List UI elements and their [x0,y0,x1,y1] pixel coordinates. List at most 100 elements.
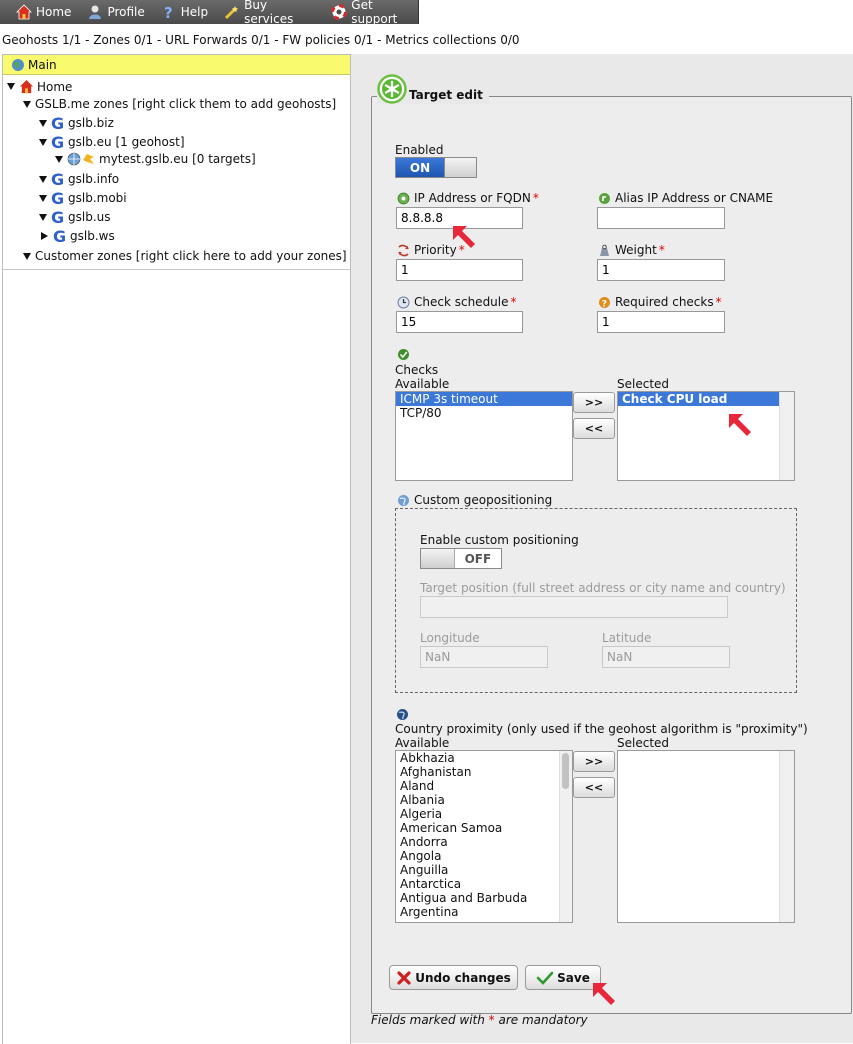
expand-arrow-icon[interactable] [39,213,47,221]
tree-node-home[interactable]: Home [7,79,72,94]
house-icon [19,79,34,94]
scrollbar[interactable] [779,751,794,922]
mandatory-fields-note: Fields marked with * are mandatory [371,1013,588,1027]
list-option[interactable]: American Samoa [396,821,572,835]
svg-text:G: G [51,209,64,225]
remove-country-button[interactable]: << [573,777,615,798]
custom-positioning-toggle[interactable]: OFF [420,548,502,569]
required-checks-label: ? Required checks * [598,295,722,309]
tree-node-zone-info[interactable]: G gslb.info [39,171,119,187]
list-option[interactable]: Andorra [396,835,572,849]
list-option[interactable]: Angola [396,849,572,863]
checks-selected-list[interactable]: Check CPU load [617,391,795,481]
world-icon [397,709,408,720]
tree-node-zone-eu[interactable]: G gslb.eu [1 geohost] [39,134,185,150]
add-country-button[interactable]: >> [573,751,615,772]
gslb-zone-icon: G [51,171,64,187]
expand-arrow-icon[interactable] [39,138,47,146]
clock-icon [397,296,410,308]
required-checks-label-text: Required checks [615,295,714,309]
tree-node-geohost[interactable]: mytest.gslb.eu [0 targets] [55,152,256,166]
scrollbar[interactable] [779,392,794,480]
scrollbar[interactable] [559,751,572,922]
weight-icon [600,244,609,256]
ip-address-label-text: IP Address or FQDN [414,191,531,205]
custom-geo-label: Custom geopositioning [397,493,552,507]
star-icon [81,152,96,166]
footnote-prefix: Fields marked with [371,1013,489,1027]
expand-arrow-icon[interactable] [39,175,47,183]
target-position-label: Target position (full street address or … [420,581,786,595]
svg-text:G: G [53,228,66,244]
enabled-toggle[interactable]: ON [395,157,477,178]
list-option[interactable]: Antarctica [396,877,572,891]
weight-label: Weight * [598,243,665,257]
gslb-zone-icon: G [51,115,64,131]
checks-available-list[interactable]: ICMP 3s timeout TCP/80 [395,391,573,481]
tree-node-zone-label: gslb.us [68,210,111,224]
list-option[interactable]: ICMP 3s timeout [396,392,572,406]
menu-profile-label: Profile [107,5,145,19]
tree-node-zone-label: gslb.eu [1 geohost] [68,135,185,149]
list-option[interactable]: Aland [396,779,572,793]
svg-text:G: G [51,134,64,150]
countries-available-list[interactable]: Abkhazia Afghanistan Aland Albania Algeria Am… [395,750,573,923]
tree-node-customer-zones[interactable]: Customer zones [right click here to add … [23,249,347,263]
tree-node-customer-zones-label: Customer zones [right click here to add … [35,249,347,263]
list-option[interactable]: Abkhazia [396,751,572,765]
menu-help[interactable]: ? Help [161,4,208,20]
menu-profile[interactable]: Profile [87,4,145,20]
list-option[interactable]: Argentina [396,905,572,919]
priority-input[interactable] [396,259,523,281]
tree-node-zone-us[interactable]: G gslb.us [39,209,111,225]
globe-icon [11,58,25,72]
house-icon [16,4,32,20]
expand-arrow-icon[interactable] [7,83,15,90]
list-option[interactable]: Algeria [396,807,572,821]
expand-arrow-icon[interactable] [55,155,63,163]
expand-arrow-icon[interactable] [39,194,47,202]
tree-node-zone-ws[interactable]: G gslb.ws [41,228,115,244]
list-option[interactable]: Antigua and Barbuda [396,891,572,905]
enabled-toggle-state: ON [396,158,444,177]
list-option[interactable]: Check CPU load [618,392,794,406]
check-schedule-label-text: Check schedule [414,295,509,309]
tree-node-zone-biz[interactable]: G gslb.biz [39,115,114,131]
list-option[interactable]: Anguilla [396,863,572,877]
target-position-input[interactable] [420,596,728,618]
latitude-input[interactable] [602,646,730,668]
list-option[interactable]: Albania [396,793,572,807]
scrollbar-thumb[interactable] [562,753,569,789]
custom-geo-label-text: Custom geopositioning [414,493,553,507]
tree-node-zone-mobi[interactable]: G gslb.mobi [39,190,127,206]
expand-arrow-icon[interactable] [23,100,31,108]
expand-arrow-icon[interactable] [23,252,31,260]
remove-check-button[interactable]: << [573,418,615,439]
expand-arrow-icon[interactable] [39,119,47,127]
menu-get-support[interactable]: Get support [331,0,418,26]
menu-home[interactable]: Home [16,4,71,20]
alias-input[interactable] [597,207,725,229]
tree-node-gslb-zones[interactable]: GSLB.me zones [right click them to add g… [23,97,336,111]
weight-input[interactable] [597,259,725,281]
undo-changes-button[interactable]: Undo changes [389,965,518,990]
longitude-input[interactable] [420,646,548,668]
list-option[interactable]: TCP/80 [396,406,572,420]
status-summary: Geohosts 1/1 - Zones 0/1 - URL Forwards … [2,33,520,47]
tree-header-main[interactable]: Main [3,55,350,75]
list-option[interactable]: Afghanistan [396,765,572,779]
collapse-arrow-icon[interactable] [41,232,48,240]
custom-positioning-toggle-state: OFF [453,549,501,568]
required-mark: * [658,243,665,257]
required-checks-input[interactable] [597,311,725,333]
add-check-button[interactable]: >> [573,392,615,413]
check-schedule-input[interactable] [396,311,523,333]
footnote-suffix: are mandatory [494,1013,588,1027]
required-mark: * [510,295,517,309]
menu-buy-services[interactable]: Buy services [224,0,315,26]
ip-address-label: IP Address or FQDN * [397,191,539,205]
enable-custom-positioning-label: Enable custom positioning [420,533,579,547]
user-icon [87,4,103,20]
tree-node-gslb-zones-label: GSLB.me zones [right click them to add g… [35,97,337,111]
countries-selected-list[interactable] [617,750,795,923]
